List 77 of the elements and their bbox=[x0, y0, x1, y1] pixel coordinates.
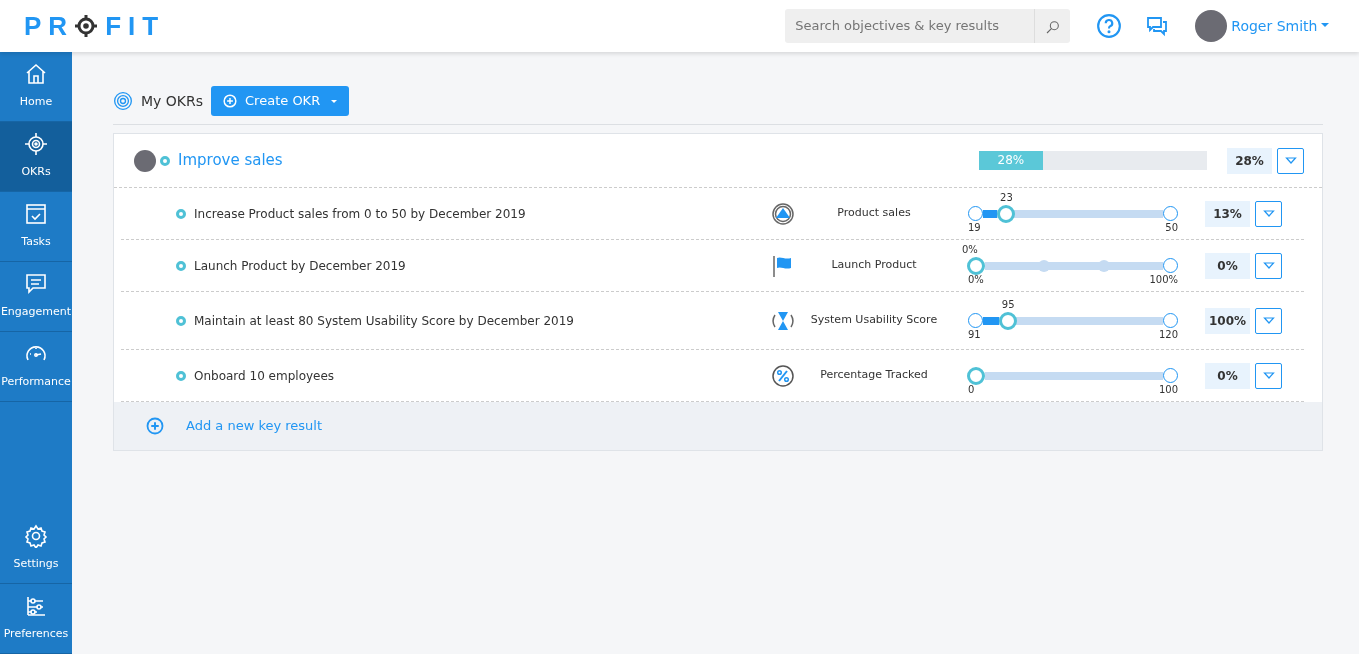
slider-max-label: 50 bbox=[1165, 221, 1178, 234]
key-result-title[interactable]: Launch Product by December 2019 bbox=[186, 256, 771, 275]
sidebar-item[interactable]: Performance bbox=[0, 332, 72, 402]
percent-value: 100% bbox=[1205, 307, 1250, 334]
slider-max-label: 100% bbox=[1149, 273, 1178, 286]
home-icon bbox=[24, 62, 48, 87]
sidebar-item[interactable]: Tasks bbox=[0, 192, 72, 262]
percent-value: 28% bbox=[1227, 147, 1272, 174]
metric-label: Launch Product bbox=[830, 257, 918, 274]
create-button[interactable]: Create OKR bbox=[211, 86, 350, 116]
slider-min-label: 0% bbox=[968, 273, 984, 286]
calendar-check-icon bbox=[24, 202, 48, 227]
slider-max-label: 100 bbox=[1158, 383, 1178, 396]
slider-start-handle bbox=[968, 313, 983, 328]
slider-end-handle bbox=[1163, 368, 1178, 383]
slider-start-handle bbox=[968, 206, 983, 221]
status-dot bbox=[176, 260, 186, 271]
status-dot bbox=[176, 370, 186, 381]
slider-max-label: 120 bbox=[1158, 328, 1178, 341]
sliders-icon bbox=[24, 594, 48, 619]
percent-value: 13% bbox=[1205, 200, 1250, 227]
slider-value-label: 95 bbox=[1001, 298, 1015, 311]
status-dot bbox=[176, 208, 186, 219]
slider-fill bbox=[983, 209, 998, 218]
dropdown-button[interactable] bbox=[1255, 362, 1282, 389]
slider-end-handle bbox=[1163, 258, 1178, 273]
plus-circle-icon bbox=[223, 94, 238, 108]
key-result-title[interactable]: Maintain at least 80 System Usability Score by December 2019 bbox=[186, 311, 771, 330]
slider-end-handle bbox=[1163, 206, 1178, 221]
metric-label: Percentage Tracked bbox=[819, 367, 929, 384]
slider-value-label: 23 bbox=[1000, 191, 1013, 204]
status-dot bbox=[160, 155, 170, 166]
search-icon bbox=[1044, 18, 1061, 35]
metric-label: Product sales bbox=[836, 205, 912, 222]
percent-value: 0% bbox=[1205, 252, 1250, 279]
slider-thumb[interactable] bbox=[997, 204, 1016, 223]
chat-icon[interactable] bbox=[1145, 14, 1170, 38]
slider-thumb[interactable] bbox=[967, 366, 985, 385]
sidebar-item[interactable]: Engagement bbox=[0, 262, 72, 332]
slider-min-label: 19 bbox=[968, 221, 981, 234]
objective-title[interactable]: Improve sales bbox=[178, 149, 283, 172]
help-icon[interactable] bbox=[1096, 13, 1123, 39]
slider-min-label: 0 bbox=[968, 383, 975, 396]
dropdown-button[interactable] bbox=[1255, 200, 1282, 227]
triangle-up-icon bbox=[771, 201, 795, 226]
sidebar-item[interactable]: Preferences bbox=[0, 584, 72, 654]
target-icon bbox=[74, 14, 99, 38]
avatar bbox=[1195, 10, 1228, 42]
user-menu[interactable]: Roger Smith bbox=[1227, 14, 1333, 38]
avatar bbox=[134, 149, 156, 172]
slider-thumb[interactable] bbox=[999, 311, 1018, 330]
chat-icon bbox=[24, 272, 48, 297]
page-title: My OKRs bbox=[141, 91, 204, 111]
percent-icon bbox=[771, 363, 795, 388]
dropdown-button[interactable] bbox=[1255, 307, 1282, 334]
target-icon bbox=[24, 132, 48, 157]
settings-icon bbox=[24, 524, 48, 549]
slider-thumb[interactable] bbox=[967, 256, 985, 275]
dropdown-button[interactable] bbox=[1277, 147, 1304, 174]
slider-value-label: 0% bbox=[962, 243, 978, 256]
dropdown-button[interactable] bbox=[1255, 252, 1282, 279]
progress-fill: 28% bbox=[979, 151, 1043, 170]
slider-end-handle bbox=[1163, 313, 1178, 328]
sidebar-item[interactable]: OKRs bbox=[0, 122, 72, 192]
plus-circle-icon bbox=[146, 417, 164, 435]
percent-value: 0% bbox=[1205, 362, 1250, 389]
key-result-title[interactable]: Increase Product sales from 0 to 50 by December 2019 bbox=[186, 204, 771, 223]
key-result-title[interactable]: Onboard 10 employees bbox=[186, 366, 771, 385]
logo-text: FIT bbox=[105, 9, 166, 43]
target-icon bbox=[113, 91, 133, 111]
add-key-result-link[interactable]: Add a new key result bbox=[180, 415, 329, 437]
slider-fill bbox=[983, 316, 1000, 325]
sidebar-item[interactable]: Settings bbox=[0, 514, 72, 584]
logo-text: PR bbox=[24, 9, 75, 43]
metric-label: System Usability Score bbox=[809, 312, 939, 329]
status-dot bbox=[176, 315, 186, 326]
slider-min-label: 91 bbox=[968, 328, 981, 341]
